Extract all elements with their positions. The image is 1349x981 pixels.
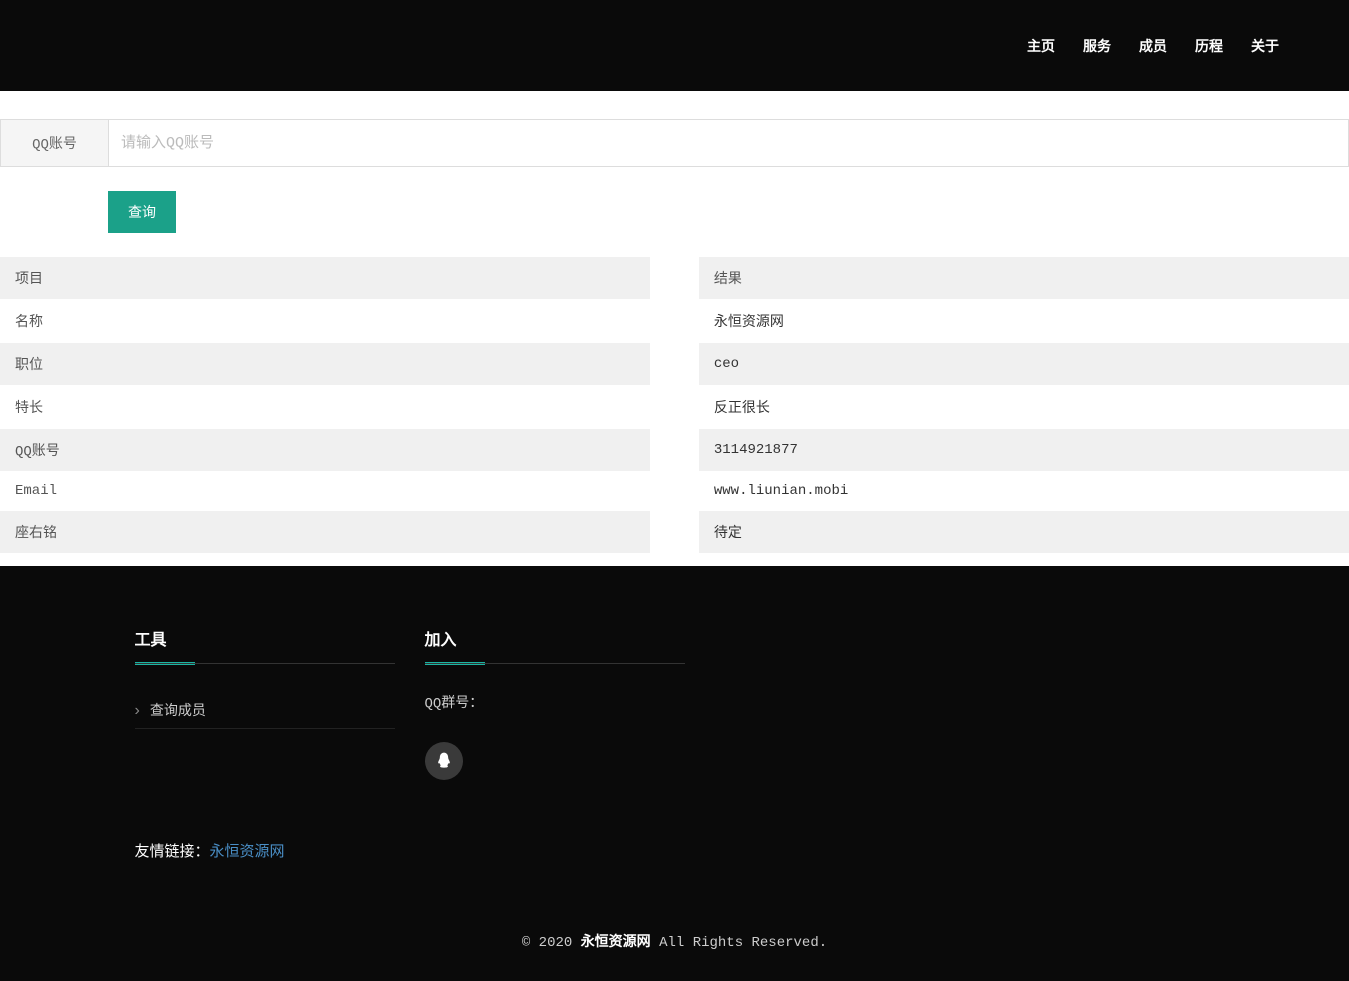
tools-title: 工具 xyxy=(135,626,395,664)
header-result: 结果 xyxy=(699,257,1349,300)
nav-service[interactable]: 服务 xyxy=(1083,36,1111,56)
friend-link-yongheng[interactable]: 永恒资源网 xyxy=(210,843,285,860)
table-row: QQ账号3114921877 xyxy=(0,429,1349,472)
query-button[interactable]: 查询 xyxy=(108,191,176,233)
tools-query-member[interactable]: 查询成员 xyxy=(135,692,395,729)
footer-tools: 工具 查询成员 xyxy=(135,626,395,780)
nav-about[interactable]: 关于 xyxy=(1251,36,1279,56)
table-header-row: 项目 结果 xyxy=(0,257,1349,300)
button-wrap: 查询 xyxy=(0,167,1349,257)
search-bar: QQ账号 xyxy=(0,119,1349,167)
qq-icon[interactable] xyxy=(425,742,463,780)
nav-home[interactable]: 主页 xyxy=(1027,36,1055,56)
penguin-icon xyxy=(434,751,454,771)
join-qq-group: QQ群号： xyxy=(425,692,685,712)
table-row: Emailwww.liunian.mobi xyxy=(0,472,1349,511)
search-label: QQ账号 xyxy=(1,120,109,166)
footer-join: 加入 QQ群号： xyxy=(425,626,685,780)
result-table: 项目 结果 名称永恒资源网 职位ceo 特长反正很长 QQ账号311492187… xyxy=(0,257,1349,554)
nav-history[interactable]: 历程 xyxy=(1195,36,1223,56)
join-title: 加入 xyxy=(425,626,685,664)
friend-links: 友情链接：永恒资源网 xyxy=(120,840,1230,901)
copyright: © 2020 永恒资源网 All Rights Reserved. xyxy=(0,901,1349,981)
table-row: 名称永恒资源网 xyxy=(0,300,1349,343)
main-nav: 主页 服务 成员 历程 关于 xyxy=(1027,36,1279,56)
table-row: 特长反正很长 xyxy=(0,386,1349,429)
footer: 工具 查询成员 加入 QQ群号： 友情链接：永恒资源网 © 2020 永恒资源网… xyxy=(0,566,1349,981)
table-row: 职位ceo xyxy=(0,343,1349,386)
header-item: 项目 xyxy=(0,257,650,300)
header: 主页 服务 成员 历程 关于 xyxy=(0,0,1349,91)
qq-input[interactable] xyxy=(109,120,1348,166)
table-row: 座右铭待定 xyxy=(0,511,1349,554)
nav-members[interactable]: 成员 xyxy=(1139,36,1167,56)
